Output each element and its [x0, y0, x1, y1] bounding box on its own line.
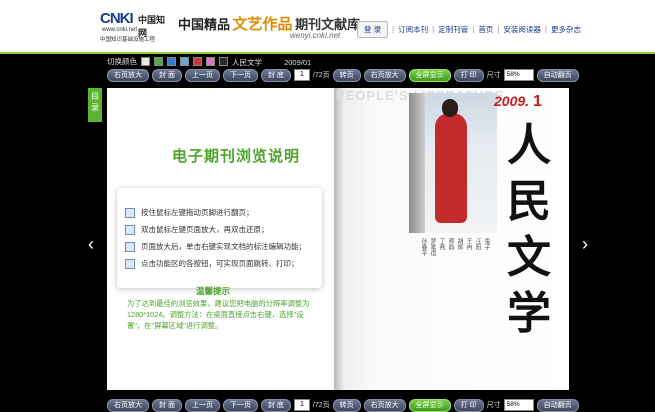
fit-page-button[interactable]: 右页放大 — [107, 398, 149, 412]
color-switch-label: 切换颜色 — [107, 57, 137, 66]
next-page-arrow[interactable]: › — [576, 234, 594, 254]
back-cover-button[interactable]: 封 底 — [260, 398, 291, 412]
nav-separator: | — [497, 25, 500, 34]
bottom-toolbar: 右页放大 封 面 上一页 下一页 封 底 1 /72页 转页 右页放大 全屏显示… — [107, 398, 579, 412]
page-number-input[interactable]: 1 — [293, 69, 310, 81]
home-link[interactable]: 首页 — [478, 24, 493, 35]
zoom-select[interactable]: 58% — [503, 69, 534, 81]
instruction-item: 双击鼠标左键页面放大，再双击还原； — [125, 221, 322, 238]
back-cover-button[interactable]: 封 底 — [260, 68, 291, 82]
fit-right-button[interactable]: 右页放大 — [363, 68, 406, 82]
install-reader-link[interactable]: 安装阅读器 — [503, 24, 541, 35]
top-nav: 登 录 | 订阅本刊 | 定制刊管 | 首页 | 安装阅读器 | 更多杂志 — [357, 21, 581, 38]
fullscreen-button[interactable]: 全屏显示 — [408, 398, 451, 412]
print-button[interactable]: 打 印 — [453, 68, 484, 82]
jump-button[interactable]: 转页 — [332, 398, 361, 412]
fit-right-button[interactable]: 右页放大 — [363, 398, 406, 412]
brand-tagline: 中国知识基础设施工程 — [100, 37, 156, 43]
nav-separator: | — [392, 25, 395, 34]
issue-meta: 人民文学 2009/01 — [232, 57, 331, 68]
drag-icon — [125, 207, 135, 218]
zoom-label: 尺寸 — [486, 72, 501, 79]
color-swatch[interactable] — [219, 57, 228, 66]
tip-title: 温馨提示 — [195, 286, 230, 296]
fit-page-button[interactable]: 右页放大 — [107, 68, 149, 82]
page-number-input[interactable]: 1 — [293, 399, 310, 411]
figure-shape — [435, 113, 467, 223]
subscribe-link[interactable]: 订阅本刊 — [398, 24, 428, 35]
cover-title-calligraphy: 人民文学 — [507, 120, 551, 339]
instruction-box: 按住鼠标左键拖动页脚进行翻页； 双击鼠标左键页面放大，再双击还原； 页面放大后，… — [117, 188, 322, 288]
next-page-button[interactable]: 下一页 — [222, 68, 258, 82]
guide-page: 电子期刊浏览说明 按住鼠标左键拖动页脚进行翻页； 双击鼠标左键页面放大，再双击还… — [107, 88, 329, 390]
tree-shape — [409, 93, 425, 233]
cover-year: 2009. 1 — [494, 93, 542, 110]
figure-head — [442, 99, 458, 117]
next-page-button[interactable]: 下一页 — [222, 398, 258, 412]
prev-page-button[interactable]: 上一页 — [184, 68, 220, 82]
color-swatch[interactable] — [167, 57, 176, 66]
instruction-item: 点击功能区的各按钮，可实现页面跳转、打印； — [125, 255, 322, 272]
page-total: /72页 — [312, 72, 330, 79]
prev-page-button[interactable]: 上一页 — [184, 398, 220, 412]
cover-author: 王冉 — [465, 238, 471, 250]
more-magazines-link[interactable]: 更多杂志 — [551, 24, 581, 35]
issue-date: 2009/01 — [284, 58, 312, 67]
cover-author: 蒋韵 — [447, 238, 453, 250]
site-domain: wenyi.cnki.net — [290, 31, 341, 40]
zoom-label: 尺寸 — [486, 402, 501, 409]
nav-separator: | — [544, 25, 547, 34]
nav-separator: | — [472, 25, 475, 34]
site-header: CNKI 中国知网 www.cnki.net 中国知识基础设施工程 中国精品 文… — [0, 0, 655, 54]
brand-text: CNKI — [100, 10, 134, 27]
cover-page: PEOPLE'S LITERATURE 2009. 1 人民文学 孙春平 梦笔宿… — [334, 88, 569, 390]
cover-author: 鬼子 — [483, 238, 489, 250]
color-swatch[interactable] — [206, 57, 215, 66]
color-switcher: 切换颜色 — [107, 56, 228, 67]
magazine-name: 人民文学 — [232, 58, 262, 67]
auto-flip-button[interactable]: 自动翻页 — [536, 398, 579, 412]
page-total: /72页 — [312, 402, 330, 409]
login-button[interactable]: 登 录 — [357, 21, 389, 38]
tip-body: 为了达到最佳的浏览效果，建议您把电脑的分辨率调整为1280*1024。调整方法：… — [127, 299, 310, 330]
color-swatch[interactable] — [193, 57, 202, 66]
cover-author: 梦笔宿 — [429, 238, 435, 256]
print-button[interactable]: 打 印 — [453, 398, 484, 412]
guide-title: 电子期刊浏览说明 — [171, 148, 300, 165]
color-swatch[interactable] — [154, 57, 163, 66]
cover-author: 汪阳 — [474, 238, 480, 250]
auto-flip-button[interactable]: 自动翻页 — [536, 68, 579, 82]
top-toolbar: 右页放大 封 面 上一页 下一页 封 底 1 /72页 转页 右页放大 全屏显示… — [107, 68, 579, 82]
color-swatch[interactable] — [180, 57, 189, 66]
print-icon — [125, 258, 135, 269]
instruction-item: 按住鼠标左键拖动页脚进行翻页； — [125, 204, 322, 221]
instruction-item: 页面放大后，单击右键实现文档的标注编辑功能； — [125, 238, 322, 255]
title-part1: 中国精品 — [178, 17, 231, 32]
cover-button[interactable]: 封 面 — [152, 68, 182, 82]
color-swatch[interactable] — [141, 57, 150, 66]
fullscreen-button[interactable]: 全屏显示 — [408, 68, 451, 82]
edit-icon — [125, 241, 135, 252]
cnki-logo[interactable]: CNKI 中国知网 www.cnki.net 中国知识基础设施工程 — [100, 10, 170, 43]
cover-author: 丁燕 — [438, 238, 444, 250]
zoom-icon — [125, 224, 135, 235]
nav-separator: | — [432, 25, 435, 34]
jump-button[interactable]: 转页 — [332, 68, 361, 82]
directory-tab[interactable]: 目录 — [88, 88, 102, 122]
cover-author: 胡辉 — [456, 238, 462, 250]
magazine-reader[interactable]: 电子期刊浏览说明 按住鼠标左键拖动页脚进行翻页； 双击鼠标左键页面放大，再双击还… — [107, 88, 569, 390]
cover-button[interactable]: 封 面 — [152, 398, 182, 412]
cover-photo — [409, 93, 497, 233]
title-part2: 文艺作品 — [232, 16, 293, 33]
cover-author: 孙春平 — [420, 238, 426, 256]
brand-url: www.cnki.net — [102, 27, 138, 33]
zoom-select[interactable]: 58% — [503, 399, 534, 411]
cover-author-list: 孙春平 梦笔宿 丁燕 蒋韵 胡辉 王冉 汪阳 鬼子 — [419, 238, 494, 378]
title-part3: 期刊文献库 — [295, 17, 361, 32]
prev-page-arrow[interactable]: ‹ — [82, 234, 100, 254]
custom-push-link[interactable]: 定制刊管 — [438, 24, 468, 35]
